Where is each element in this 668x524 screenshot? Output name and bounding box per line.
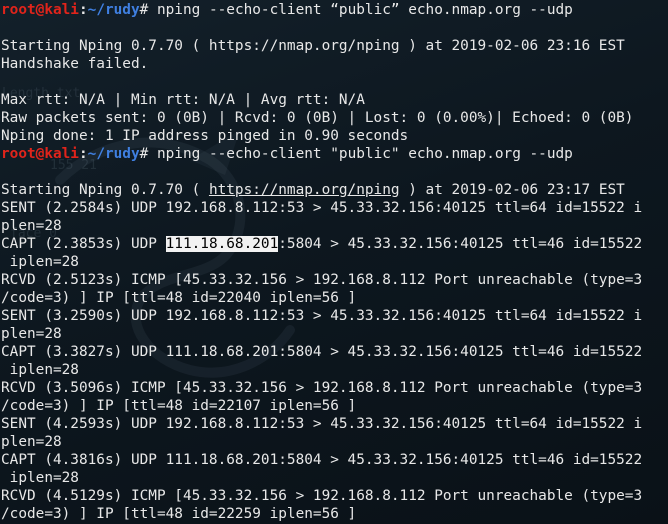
output-line: SENT (3.2590s) UDP 192.168.8.112:53 > 45… — [1, 308, 643, 324]
output-line: Starting Nping 0.7.70 ( https://nmap.org… — [1, 181, 668, 199]
output-line: plen=28 — [1, 218, 62, 234]
output-line: SENT (2.2584s) UDP 192.168.8.112:53 > 45… — [1, 200, 643, 216]
output-line: iplen=28 — [1, 254, 79, 270]
output-text: CAPT (2.3853s) UDP — [1, 236, 166, 252]
output-line: RCVD (2.5123s) ICMP [45.33.32.156 > 192.… — [1, 272, 643, 288]
output-line: /code=3) ] IP [ttl=48 id=22040 iplen=56 … — [1, 290, 357, 306]
output-line: Nping done: 1 IP address pinged in 0.90 … — [1, 128, 409, 144]
prompt-user-host: root@kali — [1, 2, 79, 18]
prompt-path: ~/rudy — [87, 2, 140, 18]
command-text: nping --echo-client "public" echo.nmap.o… — [156, 146, 573, 162]
output-text: ) at 2019-02-06 23:17 EST — [399, 182, 625, 198]
prompt-symbol: # — [139, 2, 157, 18]
output-line: iplen=28 — [1, 470, 79, 486]
output-line: /code=3) ] IP [ttl=48 id=22259 iplen=56 … — [1, 506, 357, 522]
prompt-line: root@kali:~/rudy# nping --echo-client "p… — [1, 145, 668, 163]
output-line: Starting Nping 0.7.70 ( https://nmap.org… — [1, 38, 625, 54]
terminal-window[interactable]: Length txt 155 21 face 0 root@kali:~/rud… — [0, 0, 668, 524]
output-text: :5804 > 45.33.32.156:40125 ttl=46 id=155… — [278, 236, 643, 252]
output-text: Starting Nping 0.7.70 ( — [1, 182, 209, 198]
command-text: nping --echo-client “public” echo.nmap.o… — [156, 2, 573, 18]
output-line: SENT (4.2593s) UDP 192.168.8.112:53 > 45… — [1, 416, 643, 432]
output-line: RCVD (3.5096s) ICMP [45.33.32.156 > 192.… — [1, 380, 643, 396]
output-line: Max rtt: N/A | Min rtt: N/A | Avg rtt: N… — [1, 92, 365, 108]
output-line: Handshake failed. — [1, 56, 149, 72]
prompt-path: ~/rudy — [87, 146, 140, 162]
prompt-symbol: # — [139, 146, 157, 162]
output-line: iplen=28 — [1, 362, 79, 378]
output-line: RCVD (4.5129s) ICMP [45.33.32.156 > 192.… — [1, 488, 643, 504]
output-line: CAPT (4.3816s) UDP 111.18.68.201:5804 > … — [1, 452, 643, 468]
prompt-separator: : — [78, 2, 88, 18]
selected-ip-text[interactable]: 111.18.68.201 — [165, 236, 279, 252]
prompt-separator: : — [78, 146, 88, 162]
nping-url-link[interactable]: https://nmap.org/nping — [209, 182, 400, 198]
prompt-user-host: root@kali — [1, 146, 79, 162]
output-line: CAPT (3.3827s) UDP 111.18.68.201:5804 > … — [1, 344, 643, 360]
output-line: plen=28 — [1, 434, 62, 450]
output-line: /code=3) ] IP [ttl=48 id=22107 iplen=56 … — [1, 398, 357, 414]
prompt-line: root@kali:~/rudy# nping --echo-client “p… — [1, 1, 668, 19]
output-line: plen=28 — [1, 326, 62, 342]
output-line: CAPT (2.3853s) UDP 111.18.68.201:5804 > … — [1, 235, 668, 253]
output-line: Raw packets sent: 0 (0B) | Rcvd: 0 (0B) … — [1, 110, 634, 126]
terminal-output: root@kali:~/rudy# nping --echo-client “p… — [1, 1, 668, 523]
